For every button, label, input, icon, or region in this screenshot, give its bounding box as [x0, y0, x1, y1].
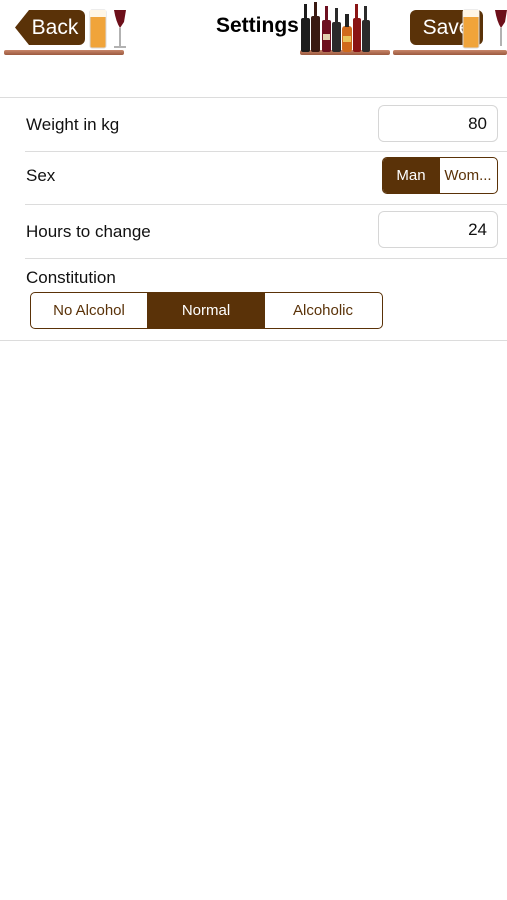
section-top-divider — [0, 97, 507, 98]
row-divider — [25, 151, 507, 152]
page-title: Settings — [216, 14, 299, 37]
weight-label: Weight in kg — [26, 115, 120, 134]
constitution-option-alcoholic[interactable]: Alcoholic — [264, 293, 381, 328]
sex-segmented-control[interactable]: Man Wom... — [382, 157, 498, 194]
bottles-icon — [301, 2, 370, 52]
row-divider — [25, 258, 507, 259]
nav-bar: Back Settings Save — [0, 0, 507, 56]
weight-input[interactable]: 80 — [378, 105, 498, 142]
constitution-segmented-control[interactable]: No Alcohol Normal Alcoholic — [30, 292, 383, 329]
constitution-label: Constitution — [26, 268, 116, 287]
back-button-label: Back — [31, 15, 79, 39]
constitution-option-normal[interactable]: Normal — [147, 293, 264, 328]
row-divider — [25, 204, 507, 205]
hours-label: Hours to change — [26, 222, 151, 241]
constitution-option-no-alcohol[interactable]: No Alcohol — [31, 293, 147, 328]
beer-glass-icon — [89, 9, 126, 49]
back-button[interactable]: Back — [15, 10, 85, 45]
sex-option-man[interactable]: Man — [383, 158, 439, 193]
sex-label: Sex — [26, 166, 56, 185]
sex-option-woman[interactable]: Wom... — [439, 158, 496, 193]
section-bottom-divider — [0, 340, 507, 341]
beer-wine-glass-icon — [462, 9, 507, 49]
hours-input[interactable]: 24 — [378, 211, 498, 248]
